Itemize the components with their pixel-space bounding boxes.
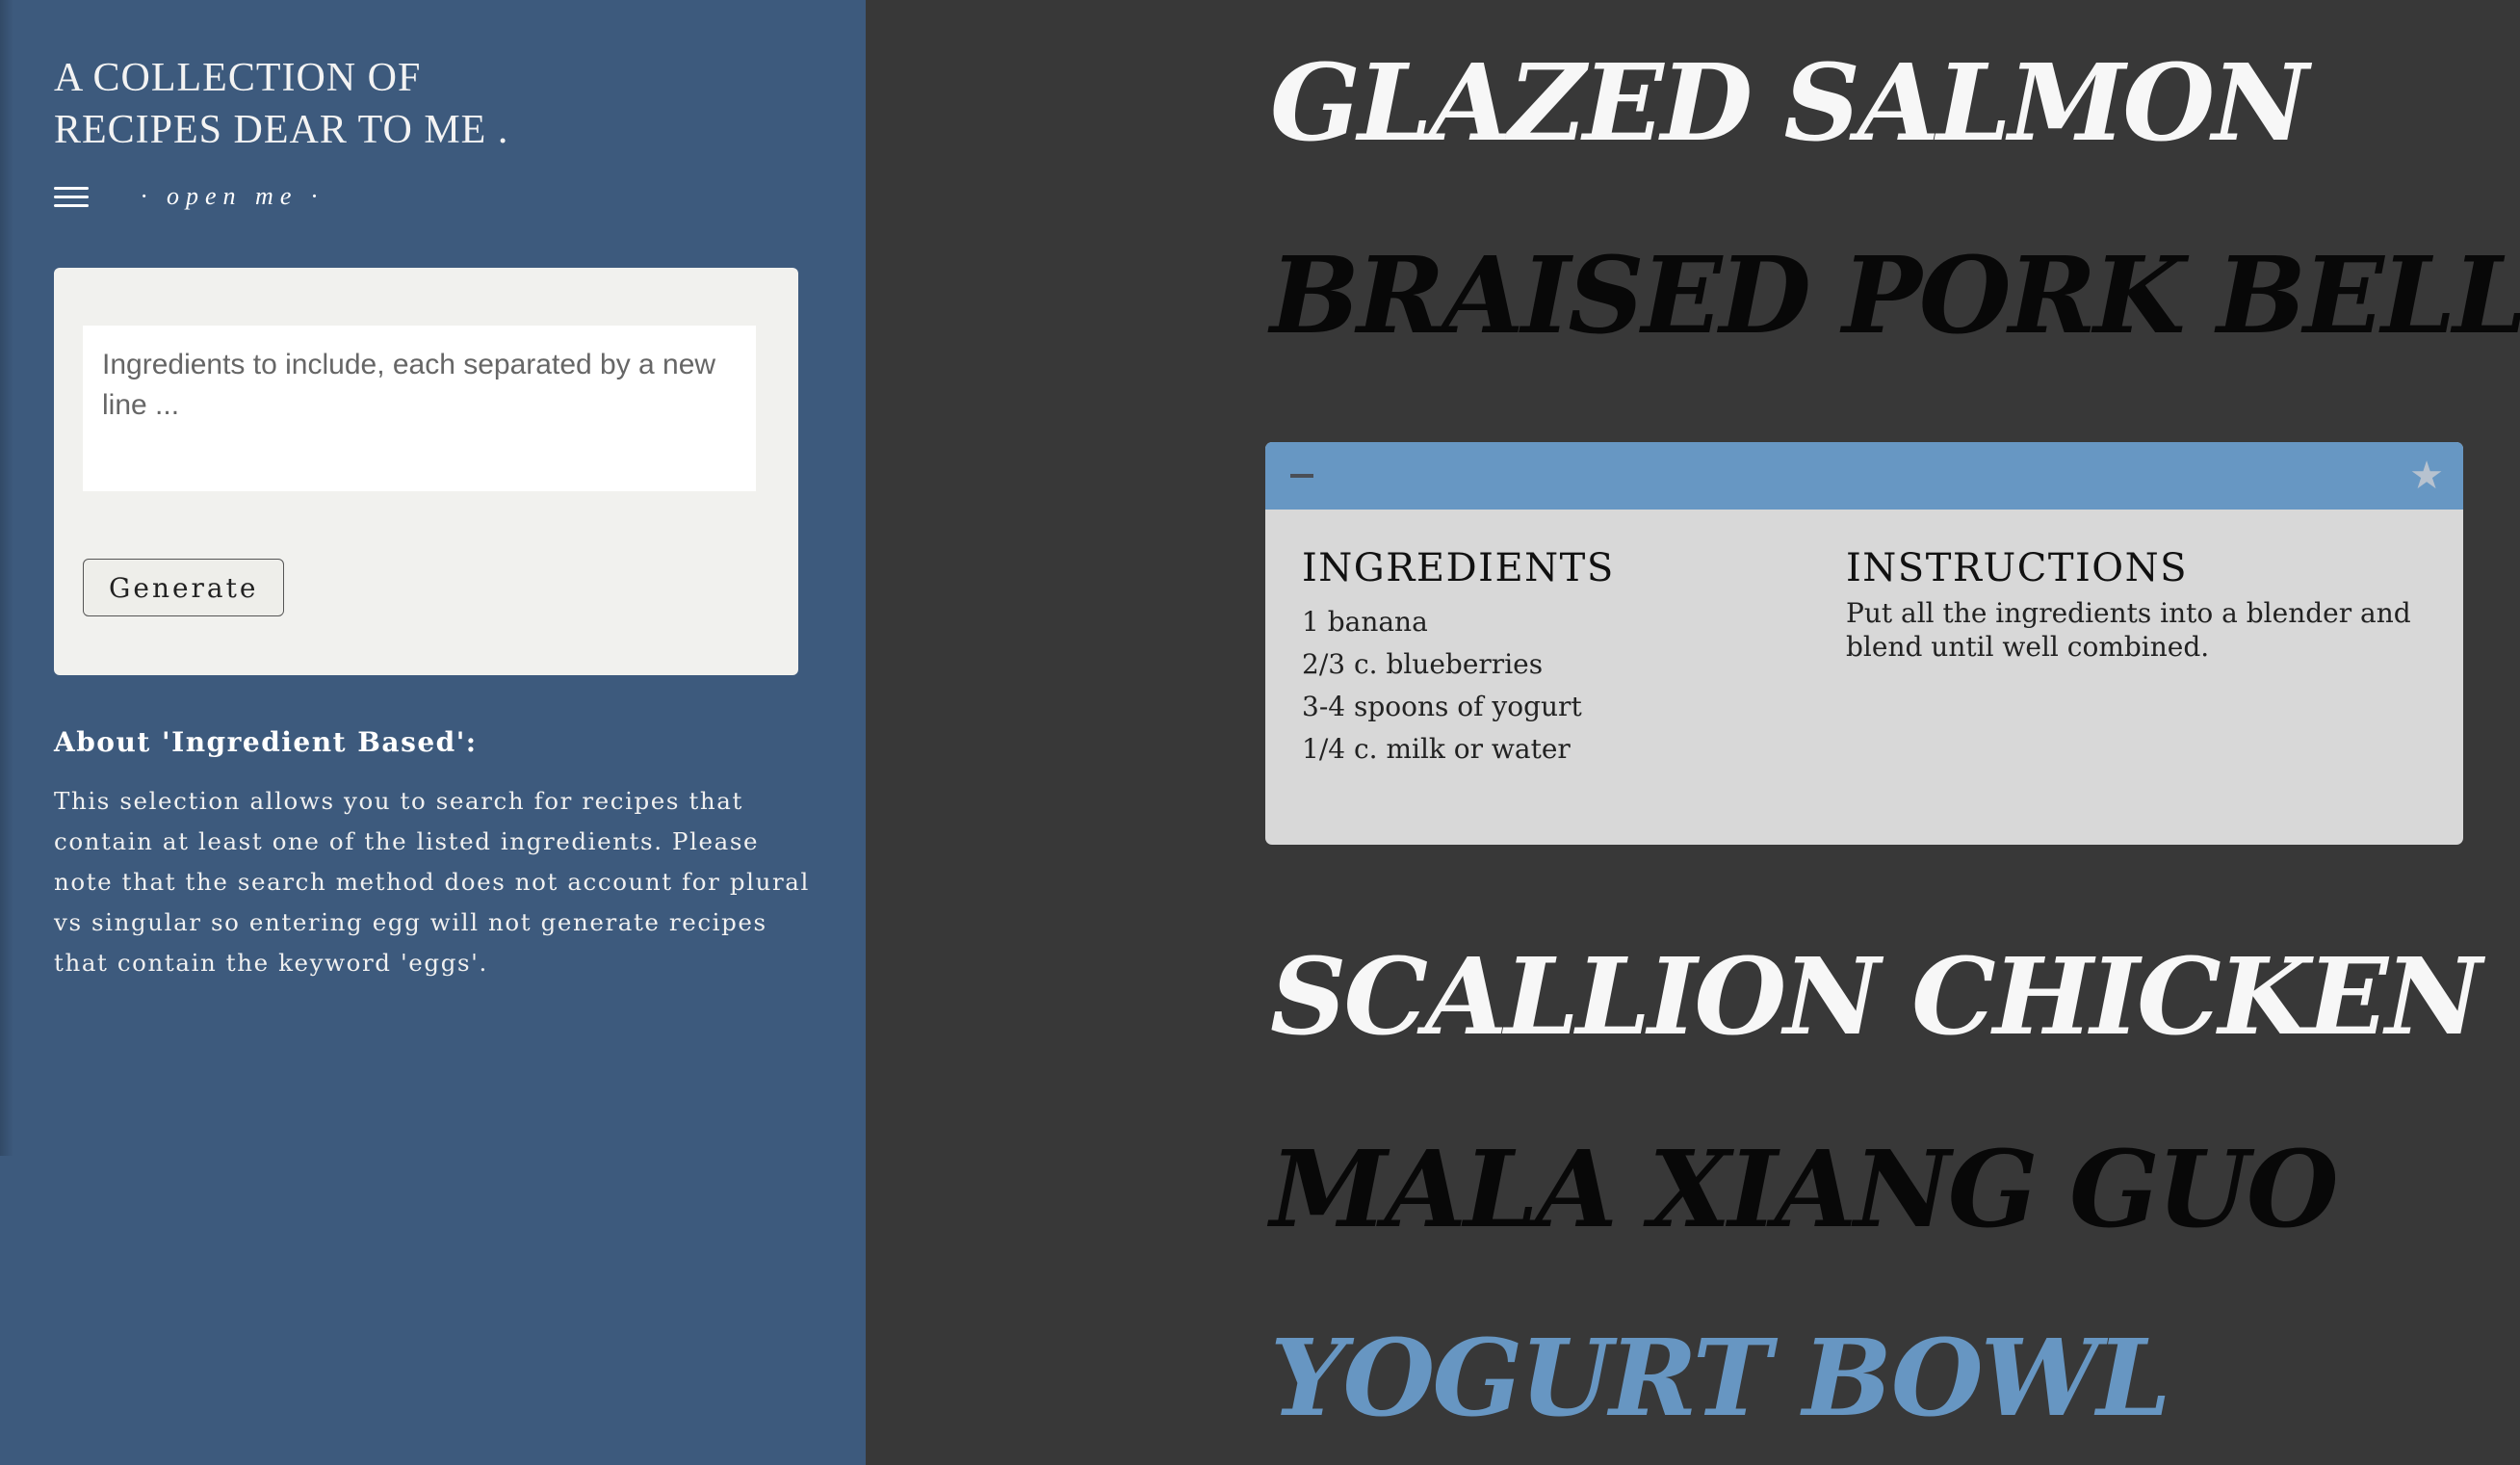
- ingredient-item: 1/4 c. milk or water: [1302, 733, 1571, 765]
- ingredients-input[interactable]: [83, 326, 756, 491]
- recipe-list: GLAZED SALMON BRAISED PORK BELLY ★ INGRE…: [866, 0, 2520, 1465]
- recipe-title-mala-xiang-guo[interactable]: MALA XIANG GUO: [1270, 1127, 2339, 1252]
- instructions-heading: INSTRUCTIONS: [1846, 546, 2188, 590]
- recipe-card-header: ★: [1265, 442, 2463, 510]
- hamburger-menu-icon[interactable]: [54, 183, 89, 210]
- recipe-title-glazed-salmon[interactable]: GLAZED SALMON: [1270, 40, 2309, 166]
- recipe-title-yogurt-bowl[interactable]: YOGURT BOWL: [1270, 1316, 2171, 1441]
- site-title-line-1: A COLLECTION OF: [54, 56, 422, 100]
- open-menu-link[interactable]: · open me ·: [141, 182, 324, 211]
- about-title: About 'Ingredient Based':: [54, 726, 478, 758]
- minus-icon[interactable]: [1290, 474, 1313, 478]
- expanded-recipe-card: ★ INGREDIENTS 1 banana 2/3 c. blueberrie…: [1265, 442, 2463, 845]
- recipe-title-scallion-chicken[interactable]: SCALLION CHICKEN: [1270, 934, 2482, 1060]
- ingredients-column: INGREDIENTS 1 banana 2/3 c. blueberries …: [1302, 546, 1803, 774]
- ingredients-heading: INGREDIENTS: [1302, 546, 1615, 590]
- site-title: A COLLECTION OF RECIPES DEAR TO ME .: [54, 0, 812, 156]
- generate-button[interactable]: Generate: [83, 559, 285, 616]
- ingredient-search-card: Generate: [54, 268, 798, 675]
- menu-row: · open me ·: [54, 175, 812, 218]
- recipe-title-braised-pork-belly[interactable]: BRAISED PORK BELLY: [1270, 233, 2520, 358]
- about-text: This selection allows you to search for …: [54, 787, 810, 977]
- ingredients-list: 1 banana 2/3 c. blueberries 3-4 spoons o…: [1302, 596, 1803, 774]
- instructions-column: INSTRUCTIONS Put all the ingredients int…: [1846, 546, 2424, 664]
- star-icon[interactable]: ★: [2409, 454, 2444, 498]
- sidebar: A COLLECTION OF RECIPES DEAR TO ME . · o…: [0, 0, 866, 1465]
- site-title-line-2: RECIPES DEAR TO ME .: [54, 108, 509, 152]
- instructions-text: Put all the ingredients into a blender a…: [1846, 597, 2411, 663]
